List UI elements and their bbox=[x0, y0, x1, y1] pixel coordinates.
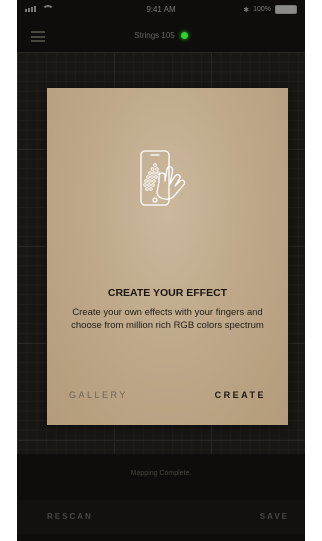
gallery-button[interactable]: GALLERY bbox=[69, 390, 128, 400]
battery-percent: 100% bbox=[253, 6, 271, 13]
mapping-status: Mapping Complete. bbox=[130, 470, 192, 477]
create-effect-dialog: CREATE YOUR EFFECT Create your own effec… bbox=[47, 88, 288, 425]
create-button[interactable]: CREATE bbox=[215, 390, 266, 400]
device-name: Strings 105 bbox=[134, 31, 175, 40]
battery-icon bbox=[275, 5, 297, 14]
save-button[interactable]: SAVE bbox=[260, 512, 289, 521]
connection-status-dot bbox=[180, 32, 188, 39]
bluetooth-icon: ✱ bbox=[243, 6, 250, 14]
phone-touch-icon bbox=[140, 150, 186, 206]
app-header: Strings 105 bbox=[17, 20, 305, 52]
status-bar: 9:41 AM ✱ 100% bbox=[17, 0, 305, 20]
bottom-bar: RESCAN SAVE bbox=[17, 500, 305, 534]
dialog-description: Create your own effects with your finger… bbox=[71, 307, 264, 331]
app-screen: 9:41 AM ✱ 100% Strings 105 Mapping Compl… bbox=[17, 0, 305, 541]
battery-status: ✱ 100% bbox=[243, 5, 297, 14]
dialog-title: CREATE YOUR EFFECT bbox=[107, 287, 228, 299]
rescan-button[interactable]: RESCAN bbox=[47, 512, 93, 521]
device-title: Strings 105 bbox=[17, 31, 305, 40]
